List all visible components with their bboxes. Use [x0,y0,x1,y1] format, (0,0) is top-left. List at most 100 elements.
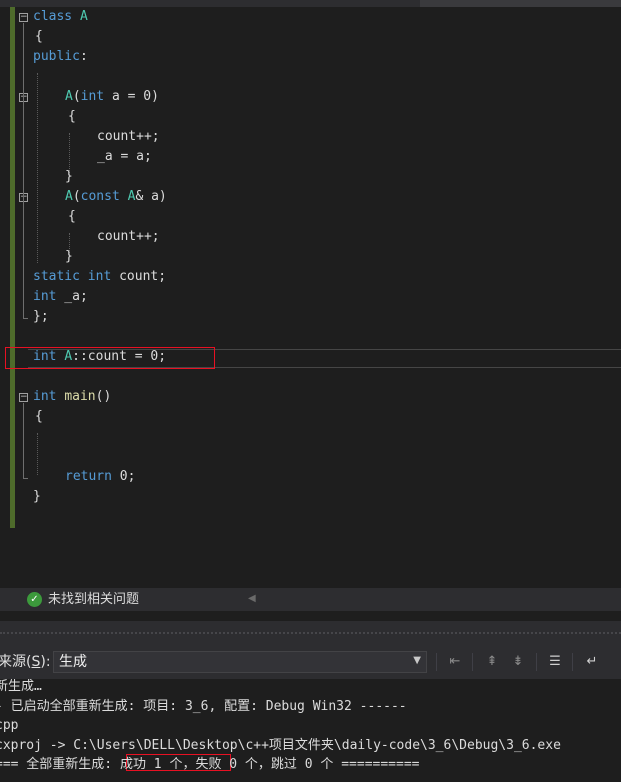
code-line-text: class A [33,9,88,25]
code-line[interactable]: return 0; [0,467,621,487]
code-line[interactable] [0,367,621,387]
previous-message-icon[interactable]: ⇞ [482,653,502,671]
output-toolbar: 来源(S): 生成 ▼ ⇤ ⇞ ⇟ ☰ ↵ [0,645,621,679]
code-line[interactable]: } [0,167,621,187]
code-line-text: { [35,409,43,425]
output-line: 新生成… [0,679,42,694]
code-line[interactable]: count++; [0,127,621,147]
code-line[interactable]: static int count; [0,267,621,287]
code-line[interactable]: int _a; [0,287,621,307]
issues-status[interactable]: 未找到相关问题 [48,592,139,608]
panel-splitter[interactable] [0,621,621,645]
code-token: count++; [97,229,160,244]
editor-status-bar: ✓ 未找到相关问题 ◀ [0,588,621,611]
code-line[interactable] [0,427,621,447]
code-token: ::count = 0; [72,349,167,364]
code-line[interactable]: { [0,107,621,127]
code-token: { [68,209,76,224]
code-line[interactable]: } [0,487,621,507]
code-line[interactable]: class A [0,7,621,27]
code-line[interactable] [0,327,621,347]
chevron-down-icon: ▼ [413,655,421,666]
scroll-left-icon[interactable]: ◀ [248,593,256,604]
code-line-text: count++; [97,129,160,145]
code-token: } [33,489,41,504]
code-token: ( [72,89,81,104]
code-token: _a = a; [97,149,152,164]
code-token: ( [72,189,81,204]
output-line: === 全部重新生成: 成功 1 个，失败 0 个，跳过 0 个 =======… [0,757,420,772]
source-select[interactable]: 生成 ▼ [53,651,427,673]
code-line-text: return 0; [65,469,135,485]
code-token: A [65,189,73,204]
code-token: } [65,249,73,264]
code-line-text: A(const A& a) [65,189,167,205]
code-line[interactable]: _a = a; [0,147,621,167]
code-token: int [33,349,57,364]
code-line-text: count++; [97,229,160,245]
code-token: _a; [56,289,88,304]
output-line: cxproj -> C:\Users\DELL\Desktop\c++项目文件夹… [0,737,561,753]
code-line[interactable] [0,447,621,467]
code-line[interactable]: { [0,27,621,47]
code-line[interactable]: A(const A& a) [0,187,621,207]
code-line-text: } [65,169,73,185]
code-token: A [65,89,73,104]
code-token: A [79,9,88,24]
code-line-text: }; [33,309,49,325]
code-line[interactable]: int A::count = 0; [0,347,621,367]
code-line-text: int _a; [33,289,88,305]
clear-all-icon[interactable]: ☰ [545,653,565,671]
code-line-text: } [33,489,41,505]
code-line-text: A(int a = 0) [65,89,159,105]
code-token: public [33,49,80,64]
toolbar-separator [536,653,537,671]
code-token: int [33,389,57,404]
code-token: int [87,269,112,284]
code-token: count; [111,269,167,284]
code-line-text: _a = a; [97,149,152,165]
toolbar-separator [436,653,437,671]
code-line[interactable]: A(int a = 0) [0,87,621,107]
code-token: a = 0) [104,89,159,104]
code-line[interactable]: int main() [0,387,621,407]
code-token: { [68,109,76,124]
code-line-text: int main() [33,389,111,405]
code-line-text: { [68,109,76,125]
code-line[interactable]: { [0,407,621,427]
code-token: { [35,29,43,44]
code-token: }; [33,309,49,324]
output-line: cpp [0,718,19,733]
output-text[interactable]: 新生成… - 已启动全部重新生成: 项目: 3_6, 配置: Debug Win3… [0,679,621,782]
code-line[interactable]: count++; [0,227,621,247]
code-token: { [35,409,43,424]
find-message-icon[interactable]: ⇤ [445,653,465,671]
code-line-text: int A::count = 0; [33,349,166,365]
toolbar-separator [572,653,573,671]
code-line[interactable]: } [0,247,621,267]
code-line-text: } [65,249,73,265]
code-token: A [64,349,73,364]
next-message-icon[interactable]: ⇟ [508,653,528,671]
panel-gap [0,611,621,621]
code-token: 0; [111,469,136,484]
code-line[interactable]: public: [0,47,621,67]
code-token: static [33,269,80,284]
word-wrap-icon[interactable]: ↵ [582,653,602,671]
code-token: } [65,169,73,184]
code-line-text: public: [33,49,88,65]
code-token: count++; [97,129,160,144]
output-line: - 已启动全部重新生成: 项目: 3_6, 配置: Debug Win32 --… [0,698,407,714]
code-line-text: { [35,29,43,45]
code-line[interactable] [0,67,621,87]
toolbar-separator [472,653,473,671]
tab-strip-segment [420,0,621,7]
code-line-text: { [68,209,76,225]
code-line[interactable]: { [0,207,621,227]
code-line[interactable]: }; [0,307,621,327]
code-token: const [80,189,120,204]
code-editor[interactable]: − − − − class A{public: A(int a = 0){coun… [0,7,621,588]
code-token: int [33,289,57,304]
